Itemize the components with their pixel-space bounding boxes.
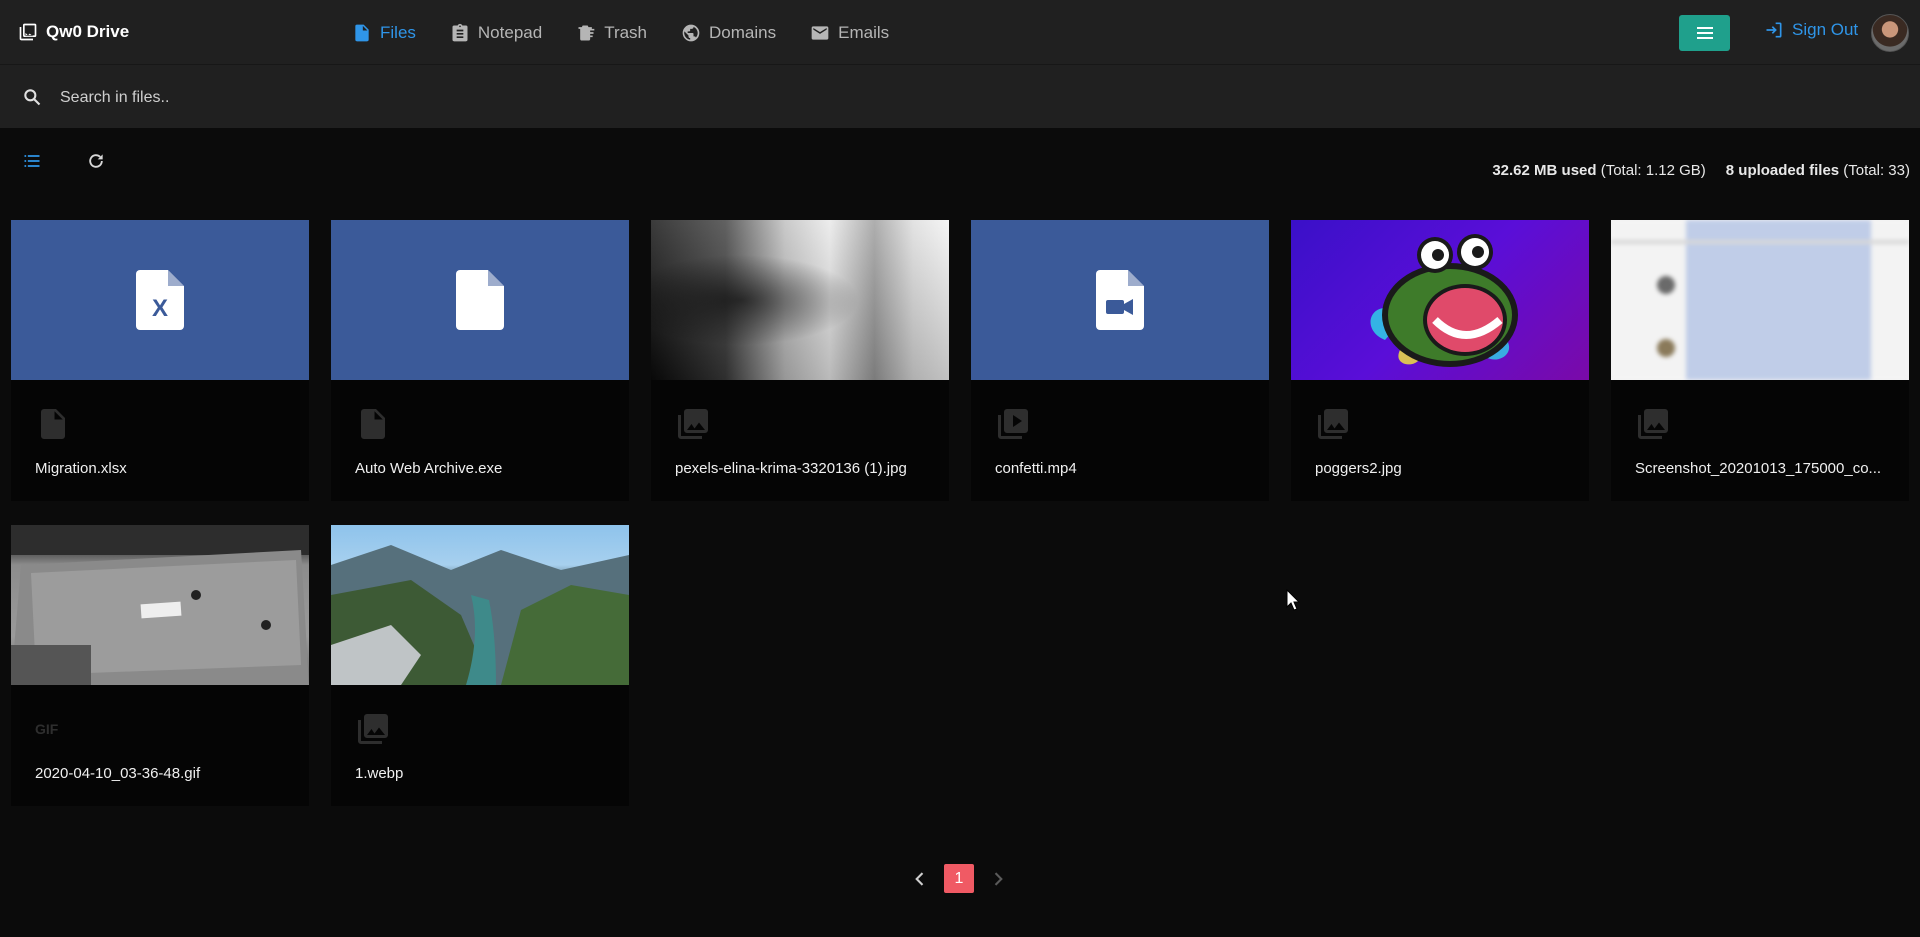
file-name: Auto Web Archive.exe [355, 460, 503, 477]
nav-emails-label: Emails [838, 23, 890, 42]
search-input[interactable] [60, 85, 860, 111]
blurred-screenshot [1611, 220, 1909, 380]
clipboard-icon [452, 23, 468, 42]
brand[interactable]: Qw0 Drive [18, 22, 129, 42]
file-thumbnail: X [11, 220, 309, 380]
nav-files-label: Files [380, 23, 416, 42]
file-icon [456, 270, 504, 330]
excel-icon: X [136, 270, 184, 330]
nav-trash-label: Trash [604, 23, 648, 42]
file-icon [355, 24, 369, 42]
file-card[interactable]: GIF 2020-04-10_03-36-48.gif [11, 525, 309, 806]
image-icon [1638, 409, 1668, 439]
nav-notepad[interactable]: Notepad [450, 20, 542, 46]
avatar[interactable] [1871, 14, 1909, 52]
nav-domains-label: Domains [709, 23, 777, 42]
file-thumbnail [1611, 220, 1909, 380]
image-icon [1318, 409, 1348, 439]
fjord-landscape-photo [331, 545, 629, 685]
nav-files[interactable]: Files [352, 20, 416, 46]
file-card[interactable]: Screenshot_20201013_175000_co... [1611, 220, 1909, 501]
sign-out-label: Sign Out [1792, 20, 1859, 39]
top-navbar: Qw0 Drive Files Notepad Trash Domains Em… [0, 0, 1920, 64]
file-card[interactable]: confetti.mp4 [971, 220, 1269, 501]
nav-notepad-label: Notepad [477, 23, 543, 42]
document-icon [41, 409, 65, 439]
nav-domains[interactable]: Domains [681, 20, 776, 46]
video-icon [998, 409, 1028, 439]
chevron-right-icon[interactable] [988, 869, 1008, 889]
frog-emote-image [1370, 234, 1518, 367]
mouse-cursor-icon [1286, 589, 1300, 611]
file-name: Migration.xlsx [35, 460, 127, 477]
search-icon [24, 89, 41, 106]
refresh-icon[interactable] [86, 151, 106, 171]
file-thumbnail [651, 220, 949, 380]
file-thumbnail [971, 220, 1269, 380]
nav-emails[interactable]: Emails [810, 20, 889, 46]
main-nav: Files Notepad Trash Domains Emails [352, 20, 923, 46]
gif-icon: GIF [35, 721, 59, 737]
app-title: Qw0 Drive [46, 22, 130, 41]
file-name: poggers2.jpg [1315, 460, 1402, 477]
mail-icon [811, 26, 829, 40]
file-name: 2020-04-10_03-36-48.gif [35, 765, 201, 782]
svg-text:X: X [152, 295, 168, 322]
file-thumbnail [1291, 220, 1589, 380]
search-bar [0, 64, 1920, 128]
list-view-icon[interactable] [22, 151, 42, 171]
storage-used: 32.62 MB used (Total: 1.12 GB) [1492, 162, 1706, 179]
document-icon [361, 409, 385, 439]
image-icon [358, 714, 388, 744]
uploaded-count: 8 uploaded files (Total: 33) [1725, 162, 1910, 179]
image-icon [678, 409, 708, 439]
file-thumbnail [331, 525, 629, 685]
page-button-current[interactable]: 1 [944, 864, 974, 893]
sign-out-icon [1766, 22, 1782, 38]
hamburger-icon [1696, 27, 1713, 39]
file-thumbnail [11, 525, 309, 685]
menu-button[interactable] [1679, 15, 1730, 51]
file-name: Screenshot_20201013_175000_co... [1635, 460, 1882, 477]
file-name: 1.webp [355, 765, 404, 782]
file-name: confetti.mp4 [995, 460, 1077, 477]
globe-icon [682, 24, 700, 42]
file-thumbnail [331, 220, 629, 380]
file-name: pexels-elina-krima-3320136 (1).jpg [675, 460, 907, 477]
drive-logo-icon [19, 23, 37, 41]
storage-stats: 32.62 MB used (Total: 1.12 GB) 8 uploade… [1492, 162, 1910, 179]
file-card[interactable]: X Migration.xlsx [11, 220, 309, 501]
nav-trash[interactable]: Trash [576, 20, 647, 46]
blurred-photo [651, 220, 949, 380]
file-card[interactable]: poggers2.jpg [1291, 220, 1589, 501]
chevron-left-icon[interactable] [910, 869, 930, 889]
file-card[interactable]: Auto Web Archive.exe [331, 220, 629, 501]
pool-table-photo [11, 525, 309, 685]
video-file-icon [1096, 270, 1144, 330]
file-card[interactable]: pexels-elina-krima-3320136 (1).jpg [651, 220, 949, 501]
trash-icon [578, 25, 595, 41]
file-card[interactable]: 1.webp [331, 525, 629, 806]
sign-out-button[interactable]: Sign Out [1764, 20, 1858, 40]
pagination: 1 [910, 864, 1008, 893]
